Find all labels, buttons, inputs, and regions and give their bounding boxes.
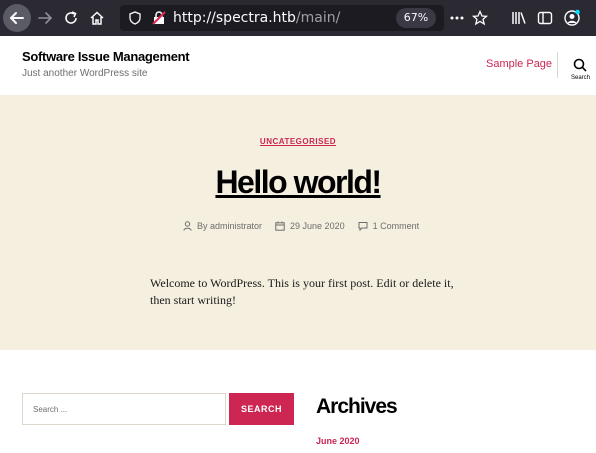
reload-button[interactable] xyxy=(60,0,82,36)
calendar-icon xyxy=(275,221,285,231)
search-toggle-button[interactable]: Search xyxy=(567,56,593,84)
account-icon xyxy=(564,9,580,26)
search-button[interactable]: SEARCH xyxy=(229,393,294,425)
post-header: UNCATEGORISED Hello world! By administra… xyxy=(0,95,596,350)
more-horizontal-icon xyxy=(450,16,464,20)
site-header: Software Issue Management Just another W… xyxy=(0,36,596,95)
browser-toolbar: http://spectra.htb/main/ 67% xyxy=(0,0,596,36)
site-description: Just another WordPress site xyxy=(22,68,148,79)
url-host: http://spectra.htb xyxy=(173,10,296,26)
post-meta: By administrator 29 June 2020 1 Comment xyxy=(183,219,432,233)
reload-icon xyxy=(65,11,77,24)
address-bar[interactable]: http://spectra.htb/main/ 67% xyxy=(120,5,444,31)
shield-icon[interactable] xyxy=(129,11,141,25)
post-date-text: 29 June 2020 xyxy=(290,221,345,231)
post-author[interactable]: By administrator xyxy=(183,221,262,231)
archives-heading: Archives xyxy=(316,395,398,418)
sidebar-button[interactable] xyxy=(534,0,556,36)
search-toggle-label: Search xyxy=(571,75,591,81)
site-title[interactable]: Software Issue Management xyxy=(22,49,190,64)
nav-sample-page[interactable]: Sample Page xyxy=(486,58,552,70)
post-content: Welcome to WordPress. This is your first… xyxy=(150,276,454,307)
page-actions-button[interactable] xyxy=(446,0,468,36)
url-text[interactable]: http://spectra.htb/main/ xyxy=(173,5,340,31)
insecure-lock-icon[interactable] xyxy=(152,11,166,25)
comment-icon xyxy=(358,222,368,231)
search-icon xyxy=(573,58,587,72)
bookmark-button[interactable] xyxy=(469,0,491,36)
search-input[interactable] xyxy=(22,393,226,425)
library-button[interactable] xyxy=(508,0,530,36)
zoom-level-badge[interactable]: 67% xyxy=(396,8,436,28)
user-icon xyxy=(183,221,192,231)
back-arrow-icon xyxy=(9,12,24,24)
post-author-text: By administrator xyxy=(197,221,263,231)
post-date[interactable]: 29 June 2020 xyxy=(275,221,345,231)
home-icon xyxy=(90,11,104,25)
post-comments[interactable]: 1 Comment xyxy=(358,221,420,231)
forward-button[interactable] xyxy=(34,0,56,36)
url-path: /main/ xyxy=(295,10,341,26)
category-link[interactable]: UNCATEGORISED xyxy=(0,137,596,146)
sidebar-icon xyxy=(537,11,553,25)
forward-arrow-icon xyxy=(38,12,53,24)
post-comments-text: 1 Comment xyxy=(372,221,420,231)
back-button[interactable] xyxy=(3,4,31,32)
archive-link-june-2020[interactable]: June 2020 xyxy=(316,436,360,446)
nav-separator xyxy=(557,52,558,78)
home-button[interactable] xyxy=(86,0,108,36)
library-icon xyxy=(512,12,526,24)
account-button[interactable] xyxy=(560,0,584,36)
post-title[interactable]: Hello world! xyxy=(0,164,596,201)
star-icon xyxy=(472,10,488,26)
